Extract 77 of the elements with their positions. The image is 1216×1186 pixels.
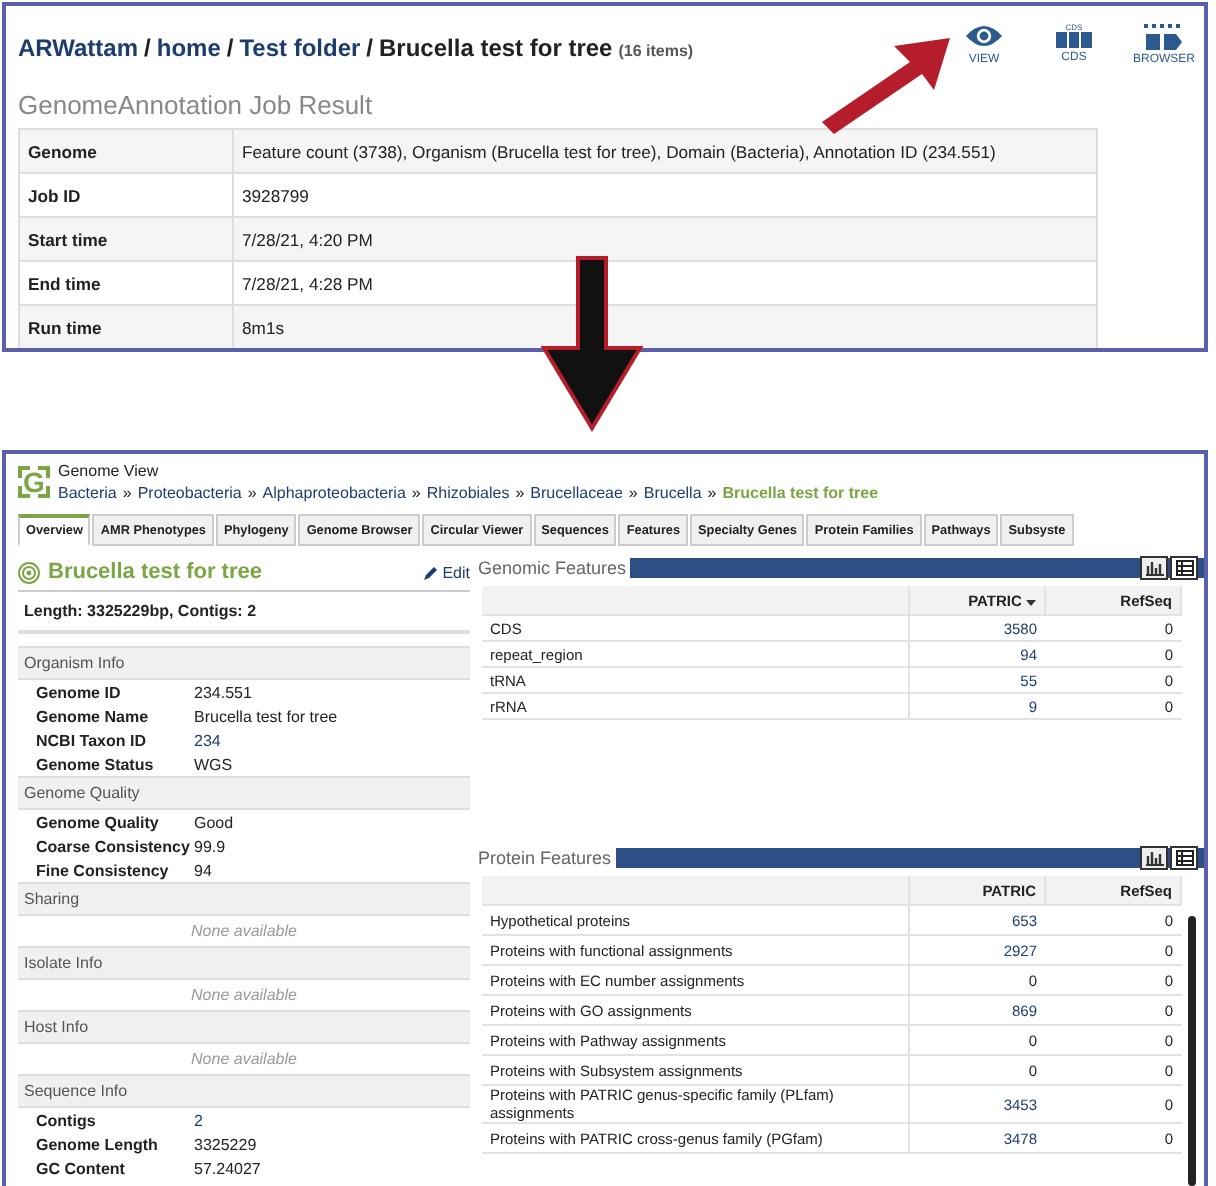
breadcrumb-separator: » bbox=[707, 484, 717, 502]
item-count: (16 items) bbox=[618, 42, 694, 60]
breadcrumb-link[interactable]: Proteobacteria bbox=[137, 484, 242, 502]
genome-title: Brucella test for tree bbox=[48, 560, 262, 584]
section-header: Isolate Info bbox=[18, 946, 470, 980]
breadcrumb-separator: » bbox=[411, 484, 421, 502]
genome-name: Brucella test for tree bbox=[722, 484, 879, 502]
field-value: 57.24027 bbox=[194, 1159, 261, 1177]
breadcrumb-separator: » bbox=[515, 484, 525, 502]
section-header: Sequence Info bbox=[18, 1074, 470, 1108]
breadcrumb-link[interactable]: home bbox=[156, 34, 221, 62]
breadcrumb-separator: » bbox=[247, 484, 257, 502]
folder-name: Brucella test for tree bbox=[379, 34, 613, 62]
table-view-button[interactable] bbox=[1170, 556, 1198, 580]
section-header: Genome Quality bbox=[18, 776, 470, 810]
panel-title: Genomic Features bbox=[478, 558, 627, 578]
empty-message: None available bbox=[189, 920, 299, 944]
field-label: Genome Length bbox=[36, 1135, 160, 1153]
breadcrumb-separator: » bbox=[628, 484, 638, 502]
breadcrumb-link[interactable]: ARWattam bbox=[18, 34, 139, 62]
gene-track-icon bbox=[1056, 32, 1092, 48]
field-value: Brucella test for tree bbox=[194, 707, 338, 725]
field-link[interactable]: 234 bbox=[194, 731, 221, 749]
breadcrumb-link[interactable]: Bacteria bbox=[58, 484, 117, 502]
pencil-icon bbox=[424, 565, 439, 579]
field-value: 234.551 bbox=[194, 683, 252, 701]
field-label: Genome Quality bbox=[36, 813, 161, 831]
target-icon bbox=[18, 561, 40, 583]
field-value: 94 bbox=[194, 861, 212, 879]
breadcrumb-link[interactable]: Rhizobiales bbox=[426, 484, 510, 502]
row-label: Run time bbox=[19, 305, 233, 348]
field-label: NCBI Taxon ID bbox=[36, 731, 148, 749]
row-label: Start time bbox=[19, 217, 233, 261]
field-label: Genome Status bbox=[36, 755, 156, 773]
bar-chart-icon bbox=[1145, 850, 1163, 866]
scrollbar[interactable] bbox=[1188, 916, 1196, 1186]
field-value: 3325229 bbox=[194, 1135, 257, 1153]
field-value: 99.9 bbox=[194, 837, 226, 855]
section-header: Host Info bbox=[18, 1010, 470, 1044]
empty-message: None available bbox=[189, 984, 299, 1008]
field-value: Good bbox=[194, 813, 234, 831]
eye-icon bbox=[964, 22, 1004, 50]
field-link[interactable]: 2 bbox=[194, 1111, 203, 1129]
field-label: Contigs bbox=[36, 1111, 98, 1129]
breadcrumb-separator: / bbox=[226, 34, 234, 62]
table-icon bbox=[1175, 560, 1193, 576]
section-header: Organism Info bbox=[18, 646, 470, 680]
genome-logo: G bbox=[18, 466, 50, 498]
row-value: Feature count (3738), Organism (Brucella test for tree), Domain (Bacteria), Annotation ID (234.551) bbox=[233, 129, 1097, 173]
sort-caret-icon bbox=[1026, 599, 1036, 605]
breadcrumb-link[interactable]: Test folder bbox=[239, 34, 361, 62]
chart-view-button[interactable] bbox=[1140, 556, 1168, 580]
table-view-button[interactable] bbox=[1170, 846, 1198, 870]
section-header: Sharing bbox=[18, 882, 470, 916]
chart-view-button[interactable] bbox=[1140, 846, 1168, 870]
row-label: Genome bbox=[19, 129, 233, 173]
bar-chart-icon bbox=[1145, 560, 1163, 576]
breadcrumb-link[interactable]: Brucellaceae bbox=[530, 484, 623, 502]
field-label: Fine Consistency bbox=[36, 861, 171, 879]
field-label: Genome ID bbox=[36, 683, 123, 701]
genome-summary: Length: 3325229bp, Contigs: 2 bbox=[18, 592, 470, 634]
field-label: GC Content bbox=[36, 1159, 127, 1177]
page-title: Genome View bbox=[58, 462, 161, 480]
breadcrumb-separator: / bbox=[366, 34, 374, 62]
genome-browser-icon bbox=[1142, 22, 1186, 50]
breadcrumb-link[interactable]: Alphaproteobacteria bbox=[262, 484, 406, 502]
breadcrumb-separator: / bbox=[144, 34, 151, 62]
table-icon bbox=[1175, 850, 1193, 866]
result-title: GenomeAnnotation Job Result bbox=[18, 90, 375, 120]
field-value: WGS bbox=[194, 755, 233, 773]
field-label: Genome Name bbox=[36, 707, 151, 725]
breadcrumb-separator: » bbox=[122, 484, 132, 502]
empty-message: None available bbox=[189, 1048, 299, 1072]
edit-button[interactable]: Edit bbox=[424, 563, 470, 581]
breadcrumb-link[interactable]: Brucella bbox=[643, 484, 702, 502]
field-label: Coarse Consistency bbox=[36, 837, 192, 855]
panel-title: Protein Features bbox=[478, 848, 612, 868]
